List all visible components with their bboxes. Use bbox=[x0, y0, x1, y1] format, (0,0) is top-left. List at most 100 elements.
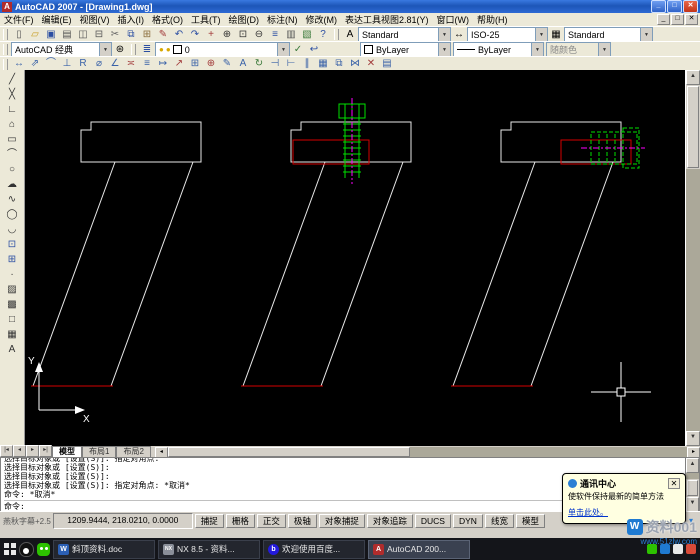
tab-last-icon[interactable]: ▸| bbox=[39, 445, 52, 457]
linetype-control-select[interactable]: ByLayer bbox=[453, 42, 544, 57]
taskbar-item-autocad[interactable]: A AutoCAD 200... bbox=[368, 540, 470, 559]
linear-dimension-icon[interactable]: ↔ bbox=[11, 57, 27, 71]
chevron-down-icon[interactable] bbox=[531, 43, 543, 56]
menu-item[interactable]: 插入(I) bbox=[114, 13, 149, 26]
workspace-select[interactable]: AutoCAD 经典 bbox=[11, 42, 112, 57]
construction-line-icon[interactable]: ╳ bbox=[4, 87, 20, 102]
match-properties-icon[interactable]: ✎ bbox=[155, 28, 171, 42]
polyline-icon[interactable]: ∟ bbox=[4, 102, 20, 117]
dim-style-select[interactable]: ISO-25 bbox=[467, 27, 548, 42]
line-icon[interactable]: ╱ bbox=[4, 72, 20, 87]
drawing-canvas[interactable]: Y X bbox=[25, 70, 685, 446]
status-toggle-button[interactable]: 对象追踪 bbox=[367, 514, 413, 528]
aligned-dimension-icon[interactable]: ⇗ bbox=[27, 57, 43, 71]
table-style-select[interactable]: Standard bbox=[564, 27, 653, 42]
properties-icon[interactable]: ≡ bbox=[267, 28, 283, 42]
scroll-up-icon[interactable]: ▲ bbox=[686, 458, 699, 473]
open-folder-icon[interactable]: ▱ bbox=[27, 28, 43, 42]
ordinate-dimension-icon[interactable]: ⊥ bbox=[59, 57, 75, 71]
ellipse-icon[interactable]: ◯ bbox=[4, 207, 20, 222]
windows-start-icon[interactable] bbox=[4, 543, 16, 555]
spline-icon[interactable]: ∿ bbox=[4, 192, 20, 207]
table-style-icon[interactable]: ▦ bbox=[548, 28, 564, 42]
scroll-up-icon[interactable]: ▲ bbox=[686, 70, 700, 85]
workspace-settings-icon[interactable]: ⊛ bbox=[112, 43, 128, 57]
dimension-edit-icon[interactable]: ✎ bbox=[219, 57, 235, 71]
menu-item[interactable]: 标注(N) bbox=[263, 13, 302, 26]
make-object-layer-current-icon[interactable]: ✓ bbox=[290, 43, 306, 57]
region-icon[interactable]: □ bbox=[4, 312, 20, 327]
balloon-close-icon[interactable]: ✕ bbox=[668, 478, 680, 489]
revision-cloud-icon[interactable]: ☁ bbox=[4, 177, 20, 192]
status-toggle-button[interactable]: DYN bbox=[453, 514, 483, 528]
menu-item[interactable]: 文件(F) bbox=[0, 13, 38, 26]
gradient-icon[interactable]: ▩ bbox=[4, 297, 20, 312]
status-toggle-button[interactable]: 栅格 bbox=[226, 514, 255, 528]
status-toggle-button[interactable]: 极轴 bbox=[288, 514, 317, 528]
chevron-down-icon[interactable] bbox=[99, 43, 111, 56]
minimize-button[interactable]: _ bbox=[651, 0, 666, 13]
tolerance-icon[interactable]: ⊞ bbox=[187, 57, 203, 71]
continue-dimension-icon[interactable]: ↦ bbox=[155, 57, 171, 71]
text-style-select[interactable]: Standard bbox=[358, 27, 451, 42]
chevron-down-icon[interactable] bbox=[535, 28, 547, 41]
tab-layout2[interactable]: 布局2 bbox=[116, 446, 150, 457]
status-toggle-button[interactable]: 对象捕捉 bbox=[319, 514, 365, 528]
canvas-vertical-scrollbar[interactable]: ▲ ▼ bbox=[685, 70, 700, 446]
menu-item[interactable]: 编辑(E) bbox=[38, 13, 76, 26]
tab-model[interactable]: 模型 bbox=[52, 446, 82, 457]
trim-icon[interactable]: ⊣ bbox=[267, 57, 283, 71]
make-block-icon[interactable]: ⊞ bbox=[4, 252, 20, 267]
polygon-icon[interactable]: ⌂ bbox=[4, 117, 20, 132]
mirror-icon[interactable]: ⋈ bbox=[347, 57, 363, 71]
rectangle-icon[interactable]: ▭ bbox=[4, 132, 20, 147]
status-toggle-button[interactable]: 捕捉 bbox=[195, 514, 224, 528]
coordinates-readout[interactable]: 1209.9444, 218.0210, 0.0000 bbox=[53, 513, 193, 529]
insert-block-icon[interactable]: ⊡ bbox=[4, 237, 20, 252]
mdi-restore-button[interactable]: □ bbox=[671, 14, 684, 25]
zoom-realtime-icon[interactable]: ⊕ bbox=[219, 28, 235, 42]
pan-icon[interactable]: + bbox=[203, 28, 219, 42]
undo-icon[interactable]: ↶ bbox=[171, 28, 187, 42]
menu-item[interactable]: 窗口(W) bbox=[433, 13, 474, 26]
publish-icon[interactable]: ⊟ bbox=[91, 28, 107, 42]
status-toggle-button[interactable]: 模型 bbox=[516, 514, 545, 528]
scrollbar-track[interactable] bbox=[686, 169, 700, 431]
plot-icon[interactable]: ▤ bbox=[59, 28, 75, 42]
copy-object-icon[interactable]: ⧉ bbox=[331, 57, 347, 71]
layer-select[interactable]: ●● 0 bbox=[155, 42, 290, 57]
canvas-horizontal-scrollbar[interactable]: ◂ ▸ bbox=[155, 447, 700, 457]
tab-first-icon[interactable]: |◂ bbox=[0, 445, 13, 457]
chevron-down-icon[interactable] bbox=[438, 28, 450, 41]
angular-dimension-icon[interactable]: ∠ bbox=[107, 57, 123, 71]
hatch-icon[interactable]: ▨ bbox=[4, 282, 20, 297]
quick-dimension-icon[interactable]: ≍ bbox=[123, 57, 139, 71]
toolbar-grip[interactable] bbox=[3, 44, 8, 55]
arc-length-icon[interactable]: ⌒ bbox=[43, 57, 59, 71]
menu-item[interactable]: 工具(T) bbox=[187, 13, 225, 26]
tab-next-icon[interactable]: ▸ bbox=[26, 445, 39, 457]
zoom-window-icon[interactable]: ⊡ bbox=[235, 28, 251, 42]
help-icon[interactable]: ? bbox=[315, 28, 331, 42]
chevron-down-icon[interactable] bbox=[640, 28, 652, 41]
layer-previous-icon[interactable]: ↩ bbox=[306, 43, 322, 57]
scrollbar-thumb[interactable] bbox=[168, 447, 410, 457]
leader-icon[interactable]: ↗ bbox=[171, 57, 187, 71]
plot-preview-icon[interactable]: ◫ bbox=[75, 28, 91, 42]
zoom-previous-icon[interactable]: ⊖ bbox=[251, 28, 267, 42]
cut-icon[interactable]: ✂ bbox=[107, 28, 123, 42]
color-control-select[interactable]: ByLayer bbox=[360, 42, 451, 57]
designcenter-icon[interactable]: ▥ bbox=[283, 28, 299, 42]
model-space-canvas[interactable]: Y X bbox=[25, 70, 685, 446]
chevron-down-icon[interactable] bbox=[277, 43, 289, 56]
circle-icon[interactable]: ○ bbox=[4, 162, 20, 177]
menu-item[interactable]: 修改(M) bbox=[302, 13, 342, 26]
menu-item[interactable]: 格式(O) bbox=[148, 13, 187, 26]
new-file-icon[interactable]: ▯ bbox=[11, 28, 27, 42]
mdi-minimize-button[interactable]: _ bbox=[657, 14, 670, 25]
ellipse-arc-icon[interactable]: ◡ bbox=[4, 222, 20, 237]
toolbar-grip[interactable] bbox=[3, 59, 8, 70]
wechat-icon[interactable] bbox=[37, 543, 50, 556]
maximize-button[interactable]: □ bbox=[667, 0, 682, 13]
tab-layout1[interactable]: 布局1 bbox=[82, 446, 116, 457]
